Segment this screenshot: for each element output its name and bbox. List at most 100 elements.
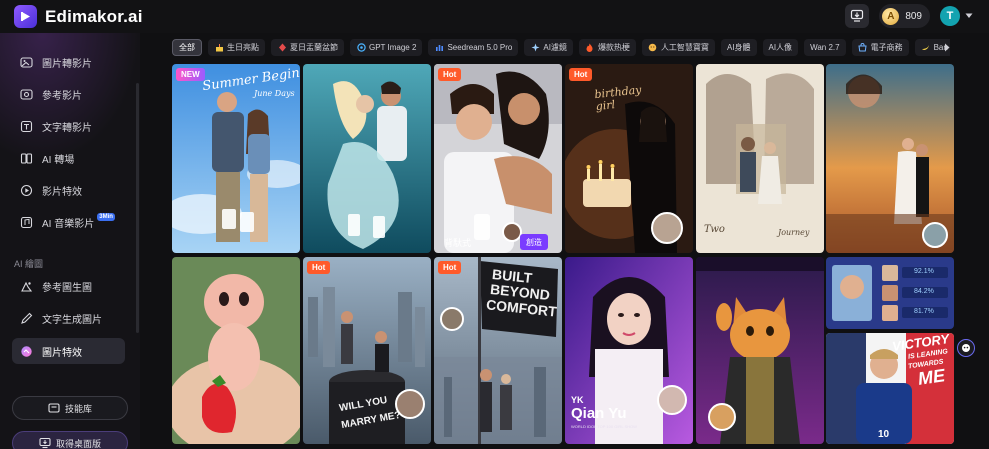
sidebar-item-text-to-image[interactable]: 文字生成圖片 [12, 305, 125, 331]
hot-badge: Hot [438, 261, 462, 274]
get-desktop-button[interactable]: 取得桌面版 [12, 431, 128, 449]
floating-assistant-button[interactable] [957, 339, 975, 357]
baby-icon [648, 43, 658, 53]
card-script-subtext: Journey [778, 228, 810, 237]
user-avatar[interactable]: T [940, 6, 960, 26]
sidebar-item-reference-image[interactable]: 參考圖生圖 [12, 273, 125, 299]
library-icon [48, 403, 60, 413]
credits-balance[interactable]: A 809 [879, 4, 930, 28]
new-feature-badge: 3Min [97, 213, 115, 221]
template-card-double-exposure[interactable]: Two Journey [696, 64, 824, 253]
reference-image-icon [18, 278, 34, 294]
template-card-face-match[interactable]: 92.1% 84.2% 81.7% [826, 257, 954, 329]
chevron-down-icon[interactable] [965, 13, 973, 19]
chip-scroll-right-icon[interactable] [942, 41, 952, 54]
card-caption: 背馱式 [444, 238, 472, 248]
sidebar-item-label: 參考影片 [42, 90, 82, 102]
reference-thumbnail [657, 385, 687, 415]
shop-icon [858, 43, 868, 53]
chip-ai-baby[interactable]: 人工智慧寶寶 [641, 39, 715, 56]
skills-library-button[interactable]: 技能库 [12, 396, 128, 420]
template-card-flag-comfort[interactable]: Hot BUILT BEYOND COMFORT [434, 257, 562, 444]
match-score-1: 92.1% [914, 268, 934, 275]
seedream-icon [434, 43, 444, 53]
sidebar-item-label: 文字轉影片 [42, 122, 92, 134]
logo[interactable]: Edimakor.ai [14, 5, 143, 28]
match-score-3: 81.7% [914, 308, 934, 315]
chip-gpt-image[interactable]: GPT Image 2 [350, 39, 423, 56]
chip-ai-portrait[interactable]: AI人像 [762, 39, 799, 56]
desktop-download-icon [39, 437, 51, 449]
template-preview-image [303, 64, 431, 253]
reference-thumbnail [395, 389, 425, 419]
text-to-video-icon [18, 118, 34, 134]
credits-count: 809 [905, 10, 922, 22]
template-card-idol-show[interactable]: YK Qian Yu WORLD IDOL TOP 100 GIRL SHOW [565, 257, 693, 444]
template-preview-image [826, 257, 954, 329]
video-effects-icon [18, 182, 34, 198]
logo-icon [14, 5, 37, 28]
card-script-subtext: June Days [254, 89, 295, 98]
hot-badge: Hot [569, 68, 593, 81]
sidebar-item-label: AI 音樂影片 [42, 218, 95, 230]
banana-icon [921, 43, 931, 53]
match-score-2: 84.2% [914, 288, 934, 295]
sidebar-item-label: 圖片特效 [42, 347, 82, 359]
sidebar-scrollbar[interactable] [136, 83, 139, 333]
template-card-sunset-couple[interactable] [826, 64, 954, 253]
template-card-kewpie-doll[interactable] [172, 257, 300, 444]
chip-ai-filter[interactable]: AI濾鏡 [524, 39, 573, 56]
sidebar-item-reference-video[interactable]: 參考影片 [12, 81, 125, 107]
sidebar-item-music-video[interactable]: AI 音樂影片 3Min [12, 209, 125, 235]
chip-birthday[interactable]: 生日亮點 [208, 39, 265, 56]
sidebar-item-image-effects[interactable]: 圖片特效 [12, 338, 125, 364]
top-bar: Edimakor.ai A 809 T [0, 0, 989, 33]
sidebar-item-label: 參考圖生圖 [42, 282, 92, 294]
reference-thumbnail [708, 403, 736, 431]
template-card-summer-couple[interactable]: Summer Begins June Days NEW [172, 64, 300, 253]
image-effects-icon [18, 343, 34, 359]
transition-icon [18, 150, 34, 166]
skills-library-label: 技能库 [64, 403, 92, 414]
hot-badge: Hot [438, 68, 462, 81]
chip-summer-festival[interactable]: 夏日盂蘭盆節 [271, 39, 344, 56]
template-card-underwater-couple[interactable] [303, 64, 431, 253]
app-name: Edimakor.ai [45, 6, 143, 26]
card-idol-tag: YK [571, 395, 584, 405]
chip-all[interactable]: 全部 [172, 39, 202, 56]
create-button[interactable]: 創造 [520, 234, 548, 250]
fire-icon [585, 43, 595, 53]
reference-thumbnail [651, 212, 683, 244]
assistant-icon [962, 344, 970, 352]
card-idol-name: Qian Yu [571, 405, 627, 422]
chip-wan[interactable]: Wan 2.7 [804, 39, 846, 56]
chip-ecommerce[interactable]: 電子商務 [851, 39, 909, 56]
chip-trending[interactable]: 爆款热梗 [578, 39, 636, 56]
chip-ai-body[interactable]: AI身體 [720, 39, 757, 56]
image-to-video-icon [18, 54, 34, 70]
download-icon [851, 9, 864, 22]
reference-thumbnail [922, 222, 948, 248]
template-card-birthday-girl[interactable]: Hot birthday girl [565, 64, 693, 253]
music-video-icon [18, 214, 34, 230]
sidebar-item-video-effects[interactable]: 影片特效 [12, 177, 125, 203]
sidebar-item-ai-transition[interactable]: AI 轉場 [12, 145, 125, 171]
template-card-proposal[interactable]: Hot WILL YOU MARRY ME? [303, 257, 431, 444]
template-card-piggyback[interactable]: Hot 背馱式 創造 [434, 64, 562, 253]
chip-seedream[interactable]: Seedream 5.0 Pro [428, 39, 519, 56]
new-badge: NEW [176, 68, 205, 81]
jersey-number: 10 [878, 429, 890, 440]
category-filter-bar: 全部 生日亮點 夏日盂蘭盆節 GPT Image 2 Seedream 5.0 … [172, 39, 950, 56]
sidebar-item-label: 影片特效 [42, 186, 82, 198]
sidebar-item-label: 圖片轉影片 [42, 58, 92, 70]
download-desktop-button[interactable] [845, 4, 870, 28]
text-to-image-icon [18, 310, 34, 326]
hot-badge: Hot [307, 261, 331, 274]
sidebar-item-label: 文字生成圖片 [42, 314, 102, 326]
get-desktop-label: 取得桌面版 [55, 438, 101, 449]
sidebar-item-image-to-video[interactable]: 圖片轉影片 [12, 49, 125, 75]
template-preview-image [434, 64, 562, 253]
template-card-cat-performer[interactable] [696, 257, 824, 444]
template-card-victory-poster[interactable]: VICTORY IS LEANING TOWARDS ME 10 [826, 333, 954, 444]
sidebar-item-text-to-video[interactable]: 文字轉影片 [12, 113, 125, 139]
